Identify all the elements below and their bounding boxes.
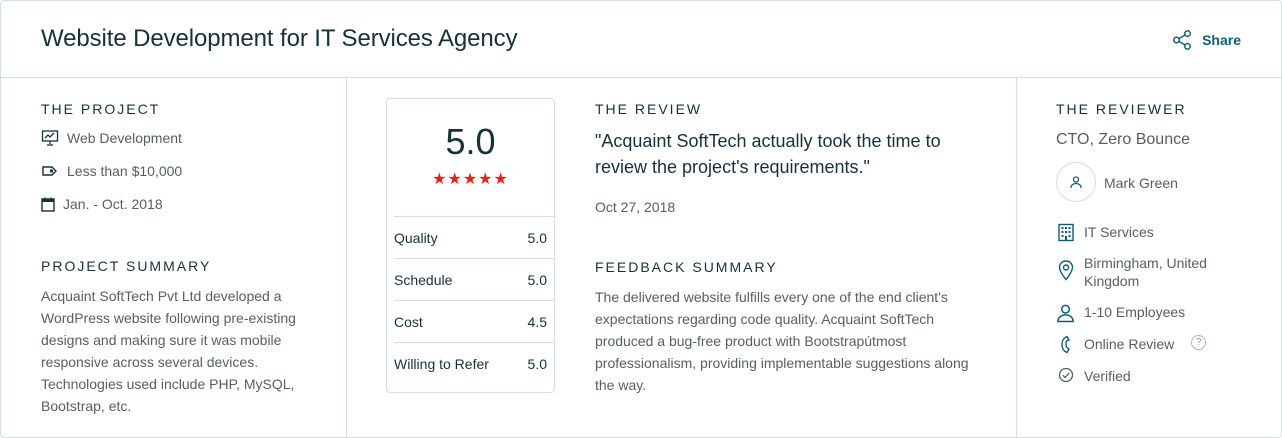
feedback-summary-heading: FEEDBACK SUMMARY <box>595 259 778 275</box>
review-header: Website Development for IT Services Agen… <box>1 1 1281 78</box>
reviewer-column: THE REVIEWER CTO, Zero Bounce Mark Green… <box>1017 78 1281 437</box>
project-summary-text: Acquaint SoftTech Pvt Ltd developed a Wo… <box>41 285 331 417</box>
star-icon: ★ <box>447 171 463 188</box>
review-heading: THE REVIEW <box>595 101 703 117</box>
summary-line: WordPress website following pre-existing <box>41 310 296 326</box>
summary-line: responsive across several devices. <box>41 354 259 370</box>
summary-line: designs and making sure it was mobile <box>41 332 282 348</box>
phone-icon <box>1060 335 1070 354</box>
review-column: 5.0 ★★★★★ Quality 5.0 Schedule 5.0 Cost … <box>347 78 1017 437</box>
company-size-row: 1-10 Employees <box>1056 303 1185 323</box>
review-card: Website Development for IT Services Agen… <box>0 0 1282 438</box>
reviewer-heading: THE REVIEWER <box>1056 101 1187 117</box>
calendar-icon <box>41 197 55 212</box>
rating-label: Schedule <box>394 271 453 288</box>
project-column: THE PROJECT Web Development Less than $1… <box>1 78 347 437</box>
review-type-row: Online Review ? <box>1056 335 1207 354</box>
service-label: Web Development <box>67 130 182 146</box>
budget-label: Less than $10,000 <box>67 163 183 179</box>
price-tag-icon <box>42 166 57 176</box>
share-button[interactable]: Share <box>1171 28 1241 52</box>
rating-row-cost: Cost 4.5 <box>394 300 554 342</box>
industry-row: IT Services <box>1056 223 1154 242</box>
rating-row-schedule: Schedule 5.0 <box>394 258 554 300</box>
feedback-line: expectations regarding code quality. Acq… <box>595 311 935 327</box>
dates-row: Jan. - Oct. 2018 <box>41 196 163 212</box>
rating-value: 5.0 <box>527 355 547 372</box>
location-line: Kingdom <box>1084 273 1140 289</box>
dates-label: Jan. - Oct. 2018 <box>63 196 163 212</box>
rating-breakdown: Quality 5.0 Schedule 5.0 Cost 4.5 Willin… <box>394 216 554 384</box>
user-icon <box>1070 176 1082 189</box>
rating-label: Willing to Refer <box>394 355 489 372</box>
building-icon <box>1057 223 1074 242</box>
rating-label: Quality <box>394 229 438 246</box>
feedback-line: the way. <box>595 377 647 393</box>
star-icon: ★ <box>478 171 494 188</box>
review-quote: "Acquaint SoftTech actually took the tim… <box>595 128 975 180</box>
rating-row-willing-to-refer: Willing to Refer 5.0 <box>394 342 554 384</box>
rating-box: 5.0 ★★★★★ Quality 5.0 Schedule 5.0 Cost … <box>386 98 555 393</box>
location-line: Birmingham, United <box>1084 255 1207 271</box>
budget-row: Less than $10,000 <box>41 163 182 179</box>
review-type-label: Online Review <box>1084 336 1175 352</box>
rating-value: 4.5 <box>527 313 547 330</box>
rating-value: 5.0 <box>527 229 547 246</box>
feedback-line: professionalism, providing implementable… <box>595 355 969 371</box>
summary-line: Technologies used include PHP, MySQL, <box>41 376 295 392</box>
summary-line: Acquaint SoftTech Pvt Ltd developed a <box>41 288 282 304</box>
feedback-line: The delivered website fulfills every one… <box>595 289 948 305</box>
quote-line: "Acquaint SoftTech actually took the tim… <box>595 131 941 151</box>
overall-rating: 5.0 <box>445 121 496 162</box>
help-icon[interactable]: ? <box>1191 335 1207 350</box>
feedback-summary-text: The delivered website fulfills every one… <box>595 286 995 396</box>
industry-label: IT Services <box>1084 224 1154 240</box>
service-row: Web Development <box>41 129 182 147</box>
review-date: Oct 27, 2018 <box>595 199 676 215</box>
star-rating: ★★★★★ <box>387 169 554 189</box>
share-icon <box>1173 30 1192 50</box>
location-pin-icon <box>1058 260 1073 281</box>
presentation-icon <box>41 130 59 146</box>
verified-row: Verified <box>1056 367 1131 385</box>
review-title: Website Development for IT Services Agen… <box>41 25 518 52</box>
rating-label: Cost <box>394 313 423 330</box>
person-icon <box>1057 304 1074 323</box>
summary-line: Bootstrap, etc. <box>41 398 132 414</box>
star-icon: ★ <box>462 171 479 188</box>
verified-label: Verified <box>1084 368 1131 384</box>
share-label: Share <box>1202 32 1241 48</box>
star-icon: ★ <box>493 171 509 188</box>
feedback-line: produced a bug-free product with Bootstr… <box>595 333 907 349</box>
reviewer-title: CTO, Zero Bounce <box>1056 131 1190 148</box>
company-size-label: 1-10 Employees <box>1084 304 1186 320</box>
star-icon: ★ <box>432 171 448 188</box>
quote-line: review the project's requirements." <box>595 157 870 177</box>
check-circle-icon <box>1058 367 1073 383</box>
reviewer-name: Mark Green <box>1104 175 1178 191</box>
location-label: Birmingham, United Kingdom <box>1084 254 1207 290</box>
location-row: Birmingham, United Kingdom <box>1056 254 1207 290</box>
rating-value: 5.0 <box>527 271 547 288</box>
rating-row-quality: Quality 5.0 <box>394 216 554 258</box>
avatar <box>1056 162 1096 202</box>
project-summary-heading: PROJECT SUMMARY <box>41 258 212 274</box>
project-heading: THE PROJECT <box>41 101 161 117</box>
